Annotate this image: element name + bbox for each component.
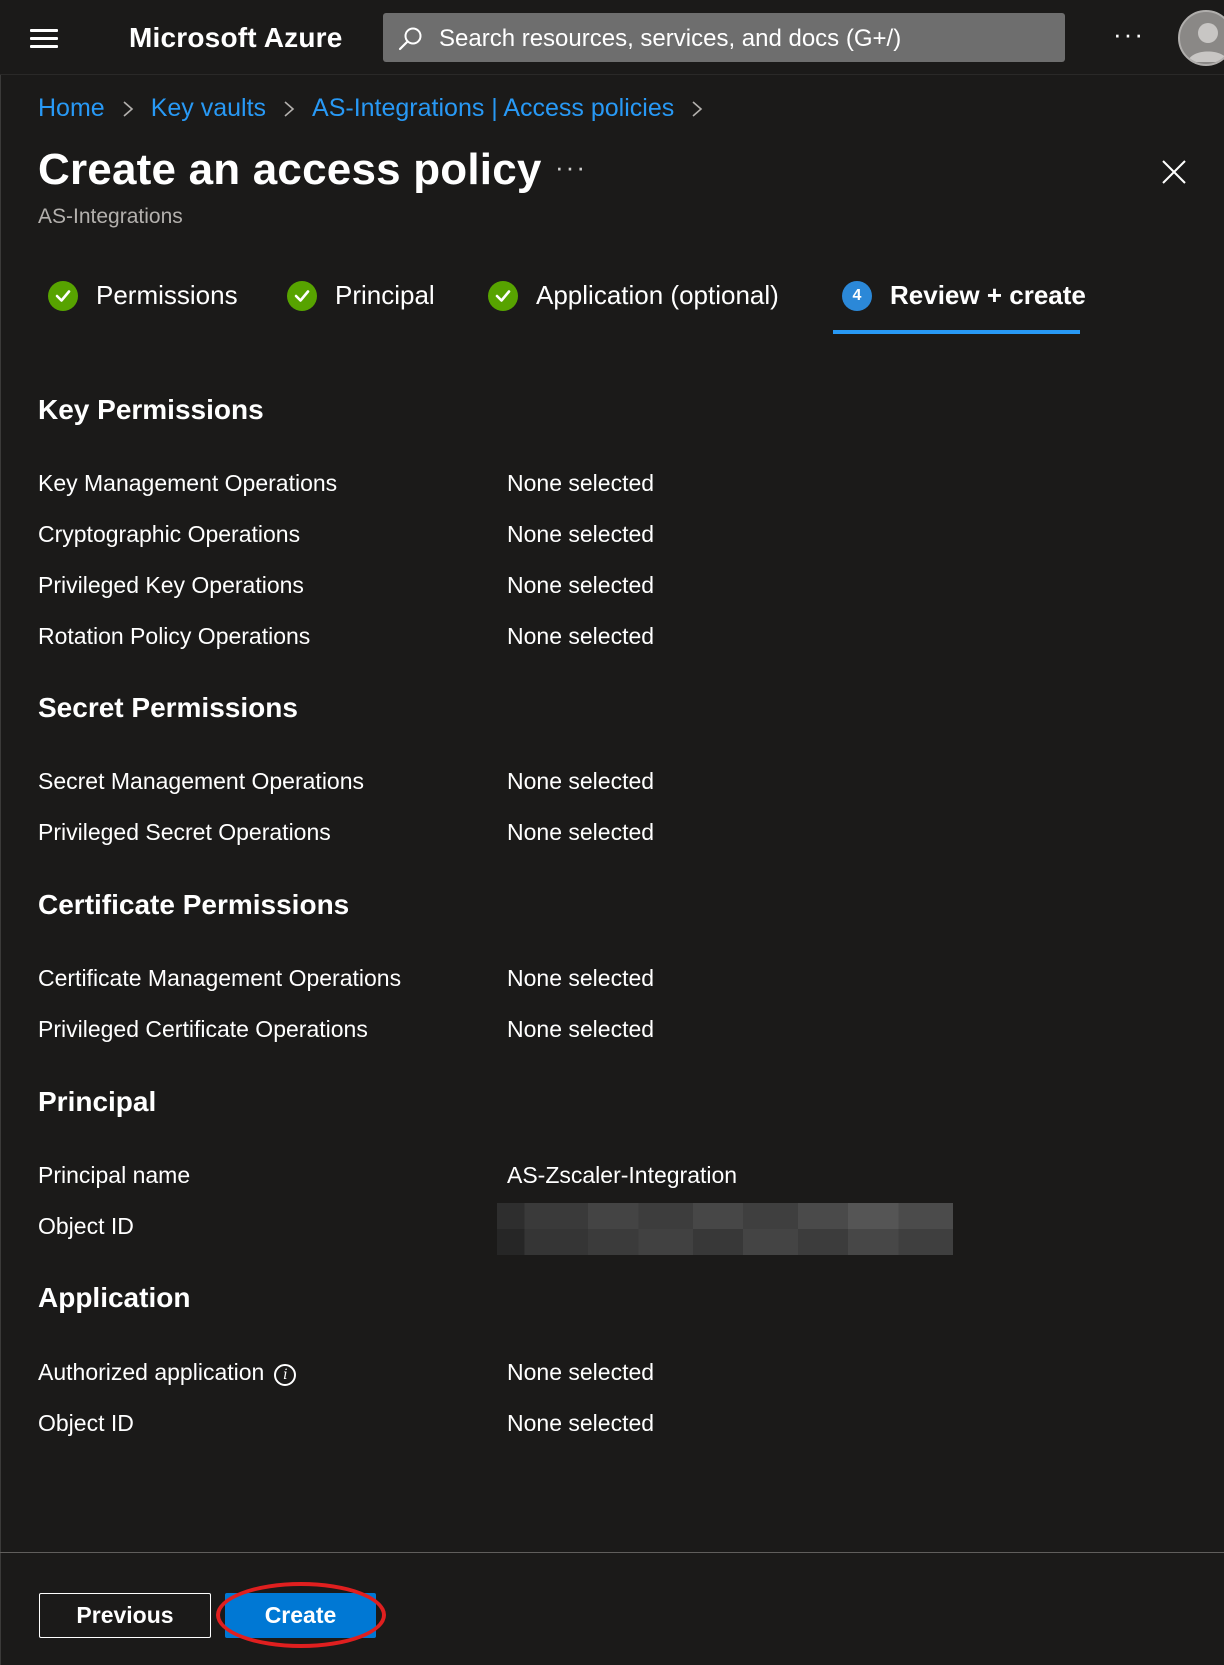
row-value: None selected (507, 521, 655, 547)
row-label: Privileged Key Operations (38, 572, 304, 598)
top-bar: Microsoft Azure Search resources, servic… (0, 0, 1224, 75)
row-value: None selected (507, 623, 655, 649)
tab-label: Principal (335, 280, 435, 310)
tab-label: Permissions (96, 280, 238, 310)
breadcrumb-access-policies[interactable]: AS-Integrations | Access policies (312, 94, 674, 123)
search-placeholder: Search resources, services, and docs (G+… (439, 25, 902, 52)
chevron-right-icon (284, 100, 295, 117)
tab-label: Review + create (890, 280, 1086, 310)
row-label: Object ID (38, 1213, 134, 1239)
global-search-input[interactable]: Search resources, services, and docs (G+… (383, 13, 1065, 62)
redacted-object-id (497, 1203, 953, 1255)
info-icon[interactable]: i (274, 1364, 297, 1386)
row-label: Key Management Operations (38, 470, 338, 496)
brand-title[interactable]: Microsoft Azure (129, 22, 343, 54)
title-more-icon[interactable]: ··· (555, 152, 587, 183)
user-icon (1188, 23, 1224, 62)
row-value: None selected (507, 1410, 655, 1436)
tab-principal[interactable]: Principal (287, 280, 435, 311)
row-label-text: Authorized application (38, 1359, 265, 1385)
footer-divider (0, 1552, 1224, 1553)
row-label-authorized-application: Authorized application i (38, 1359, 297, 1386)
row-label: Certificate Management Operations (38, 965, 402, 991)
checkmark-icon (287, 280, 317, 311)
step-number-badge: 4 (842, 280, 872, 311)
avatar[interactable] (1178, 10, 1224, 66)
tab-application[interactable]: Application (optional) (488, 280, 779, 311)
section-heading-key-permissions: Key Permissions (38, 394, 264, 425)
row-value: None selected (507, 819, 655, 845)
more-options-icon[interactable]: ··· (1113, 19, 1145, 50)
row-value: None selected (507, 1016, 655, 1042)
row-value: None selected (507, 965, 655, 991)
breadcrumb-key-vaults[interactable]: Key vaults (151, 94, 266, 123)
section-heading-certificate-permissions: Certificate Permissions (38, 889, 350, 920)
row-label: Secret Management Operations (38, 768, 365, 794)
row-label: Privileged Certificate Operations (38, 1016, 368, 1042)
previous-button[interactable]: Previous (39, 1593, 211, 1638)
chevron-right-icon (123, 100, 133, 117)
row-value: None selected (507, 768, 655, 794)
page-subtitle: AS-Integrations (38, 205, 183, 228)
chevron-right-icon (692, 100, 703, 117)
section-heading-secret-permissions: Secret Permissions (38, 692, 298, 723)
row-value: None selected (507, 572, 655, 598)
tab-permissions[interactable]: Permissions (48, 280, 238, 311)
section-heading-application: Application (38, 1282, 191, 1313)
section-heading-principal: Principal (38, 1086, 157, 1117)
principal-name-value: AS-Zscaler-Integration (507, 1162, 738, 1188)
row-label: Privileged Secret Operations (38, 819, 331, 845)
row-label: Object ID (38, 1410, 134, 1436)
tab-review-create[interactable]: 4 Review + create (842, 280, 1086, 311)
row-label: Rotation Policy Operations (38, 623, 311, 649)
active-tab-indicator (833, 330, 1080, 334)
breadcrumb-home[interactable]: Home (38, 94, 105, 123)
tab-label: Application (optional) (536, 280, 779, 310)
search-icon (398, 27, 422, 51)
breadcrumb: Home Key vaults AS-Integrations | Access… (38, 94, 720, 123)
panel-left-border (0, 75, 1, 1665)
row-label: Cryptographic Operations (38, 521, 301, 547)
hamburger-menu-icon[interactable] (30, 26, 60, 50)
create-button[interactable]: Create (225, 1593, 376, 1638)
checkmark-icon (488, 280, 518, 311)
row-label: Principal name (38, 1162, 191, 1188)
page-title: Create an access policy (38, 145, 542, 194)
row-value: None selected (507, 470, 655, 496)
row-value: None selected (507, 1359, 655, 1385)
close-icon[interactable] (1160, 158, 1188, 186)
checkmark-icon (48, 280, 78, 311)
